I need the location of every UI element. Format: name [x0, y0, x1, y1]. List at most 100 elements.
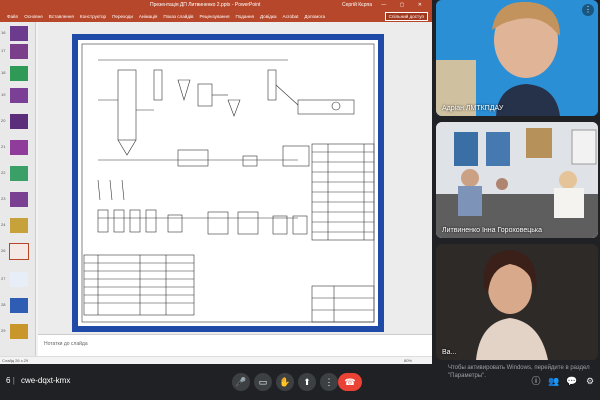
slide-thumb-number: 29: [1, 328, 6, 333]
ribbon-tab[interactable]: Файл: [4, 14, 21, 19]
slide-thumb-number: 26: [1, 248, 6, 253]
meeting-time: 6: [6, 376, 11, 385]
slide-counter: Слайд 26 з 29: [2, 358, 29, 363]
slide-stage: [38, 22, 432, 334]
participant-video: [436, 244, 598, 360]
slide-thumb[interactable]: 29: [1, 324, 32, 339]
ribbon-tab[interactable]: Показ слайдів: [160, 14, 196, 19]
slide-thumb-number: 16: [1, 30, 6, 35]
slide-thumb-image: [10, 114, 28, 129]
shared-screen: Презентація ДП Литвиненко 2.pptx - Power…: [0, 0, 432, 364]
ribbon-tab[interactable]: Конструктор: [77, 14, 109, 19]
participant-name: Литвиненко Інна Гороховецька: [442, 227, 542, 234]
ppt-title-bar: Презентація ДП Литвиненко 2.pptx - Power…: [0, 0, 432, 10]
microphone-icon: 🎤: [235, 377, 247, 387]
slide-thumb-image: [10, 166, 28, 181]
present-icon: ⬆: [303, 377, 311, 387]
ribbon-tab[interactable]: Рецензування: [197, 14, 233, 19]
slide-thumb-image: [10, 324, 28, 339]
ribbon-tab[interactable]: Основне: [21, 14, 46, 19]
slide-thumb-image: [10, 66, 28, 81]
slide-thumb-number: 20: [1, 118, 6, 123]
activities-icon[interactable]: ⚙: [584, 375, 596, 387]
notes-placeholder: Нотатки до слайда: [44, 341, 88, 347]
more-options-button[interactable]: ⋮: [320, 373, 338, 391]
slide-thumb-number: 21: [1, 144, 6, 149]
slide-thumb[interactable]: 24: [1, 218, 32, 233]
slide-thumb-image: [10, 218, 28, 233]
people-icon[interactable]: 👥: [548, 375, 560, 387]
camera-icon: ▭: [258, 377, 268, 387]
ribbon-tab[interactable]: Вставлення: [46, 14, 77, 19]
slide-thumb[interactable]: 22: [1, 166, 32, 181]
slide-thumb-number: 17: [1, 48, 6, 53]
slide-thumb-image: [10, 192, 28, 207]
present-button[interactable]: ⬆: [298, 373, 316, 391]
slide-thumb-number: 28: [1, 302, 6, 307]
slide-thumb-number: 24: [1, 222, 6, 227]
slide-thumbnails: 16 17 18 19 20 21 22 23 24 26 27 28 29: [0, 22, 36, 356]
slide-thumb-number: 27: [1, 276, 6, 281]
participant-name: Ва...: [442, 349, 457, 356]
ppt-ribbon: Файл Основне Вставлення Конструктор Пере…: [0, 10, 432, 22]
slide-thumb[interactable]: 20: [1, 114, 32, 129]
ribbon-tab[interactable]: Анімація: [136, 14, 160, 19]
slide-thumb-number: 22: [1, 170, 6, 175]
slide-thumb[interactable]: 27: [1, 272, 32, 287]
leave-call-button[interactable]: ☎: [338, 373, 362, 391]
slide-thumb-number: 18: [1, 70, 6, 75]
slide-thumb-image: [10, 298, 28, 313]
ribbon-tab[interactable]: Переходи: [109, 14, 136, 19]
ribbon-tab[interactable]: Acrobat: [280, 14, 302, 19]
share-button[interactable]: Спільний доступ: [384, 11, 428, 21]
window-controls[interactable]: — ▢ ✕: [381, 0, 428, 10]
participant-video: [436, 122, 598, 238]
participant-name: Адріан ЛМТКПДАУ: [442, 105, 504, 112]
ribbon-tab[interactable]: Допомога: [301, 14, 328, 19]
process-schematic-drawing: [81, 43, 375, 323]
slide-thumb[interactable]: 18: [1, 66, 32, 81]
slide-thumb[interactable]: 16: [1, 26, 32, 41]
more-vertical-icon: ⋮: [324, 377, 334, 387]
more-options-icon[interactable]: ⋮: [582, 4, 594, 16]
participant-video: [436, 0, 598, 116]
slide-thumb-image: [10, 44, 28, 59]
meet-control-bar: 6 | cwe-dqxt-kmx 🎤 ▭ ✋ ⬆ ⋮ ☎ Чтобы актив…: [0, 364, 600, 400]
ppt-status-bar: Слайд 26 з 29 80%: [0, 356, 432, 364]
separator: |: [12, 376, 15, 385]
slide-thumb-image: [10, 26, 28, 41]
raise-hand-icon: ✋: [279, 377, 291, 387]
camera-button[interactable]: ▭: [254, 373, 272, 391]
slide-thumb[interactable]: 28: [1, 298, 32, 313]
meeting-code: cwe-dqxt-kmx: [21, 376, 71, 385]
ribbon-tab[interactable]: Довідка: [257, 14, 280, 19]
ppt-title: Презентація ДП Литвиненко 2.pptx - Power…: [150, 2, 261, 8]
ribbon-tab[interactable]: Подання: [232, 14, 257, 19]
raise-hand-button[interactable]: ✋: [276, 373, 294, 391]
slide-thumb-number: 23: [1, 196, 6, 201]
chat-icon[interactable]: 💬: [566, 375, 578, 387]
participant-tile[interactable]: Литвиненко Інна Гороховецька: [436, 122, 598, 238]
slide-thumb[interactable]: 17: [1, 44, 32, 59]
slide-thumb-image: [9, 243, 29, 260]
participant-tile[interactable]: Ва...: [436, 244, 598, 360]
slide-thumb-image: [10, 272, 28, 287]
ppt-user: Сергій Кєрпа: [341, 2, 372, 8]
notes-pane[interactable]: Нотатки до слайда: [38, 334, 432, 356]
zoom-level[interactable]: 80%: [404, 357, 412, 364]
slide-thumb-selected[interactable]: 26: [1, 243, 32, 260]
participant-tile[interactable]: Адріан ЛМТКПДАУ ⋮: [436, 0, 598, 116]
slide-thumb-number: 19: [1, 92, 6, 97]
slide-thumb-image: [10, 88, 28, 103]
current-slide[interactable]: [72, 34, 384, 332]
slide-thumb-image: [10, 140, 28, 155]
slide-thumb[interactable]: 19: [1, 88, 32, 103]
slide-thumb[interactable]: 21: [1, 140, 32, 155]
phone-hangup-icon: ☎: [344, 377, 356, 387]
slide-thumb[interactable]: 23: [1, 192, 32, 207]
technical-drawing: [78, 40, 378, 326]
meeting-info: 6 | cwe-dqxt-kmx: [6, 376, 70, 385]
info-icon[interactable]: ⓘ: [530, 375, 542, 387]
meet-window: Презентація ДП Литвиненко 2.pptx - Power…: [0, 0, 600, 400]
microphone-button[interactable]: 🎤: [232, 373, 250, 391]
